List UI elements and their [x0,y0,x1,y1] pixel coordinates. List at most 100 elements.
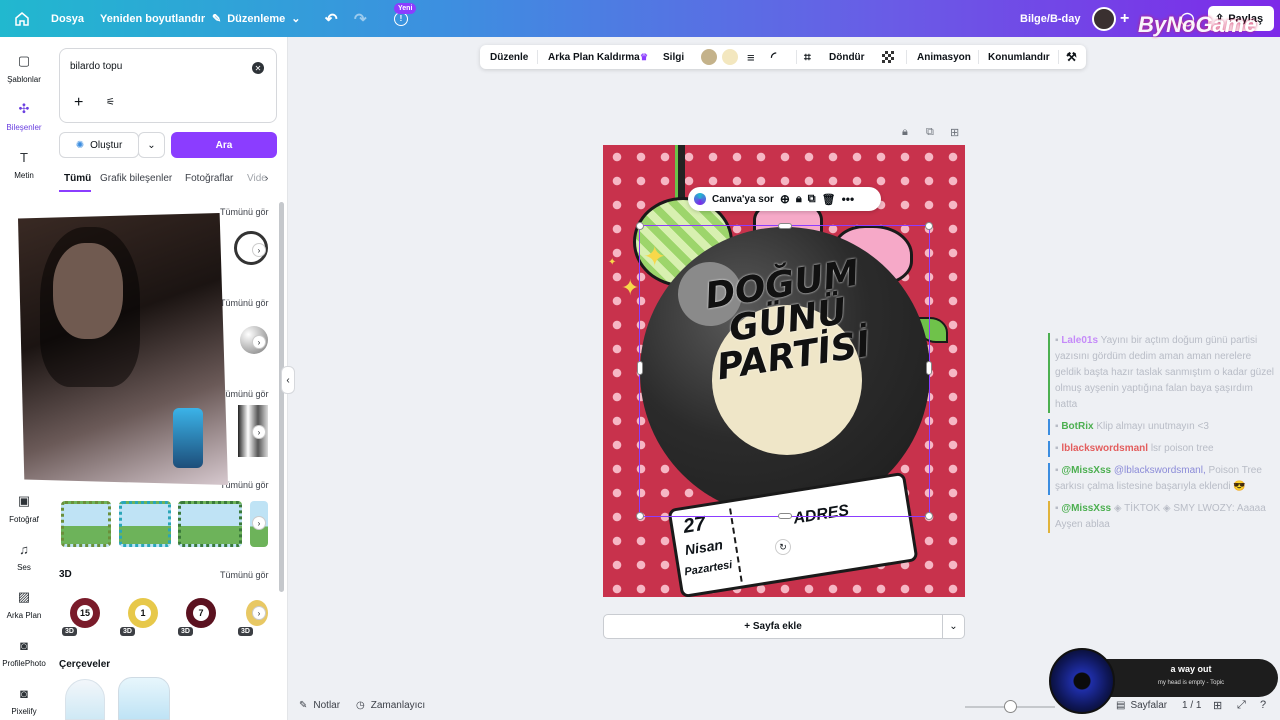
animate-button[interactable]: Animasyon [917,45,971,69]
ball-thumb[interactable]: 15 [70,598,100,628]
help-icon[interactable]: ? [1260,699,1266,711]
color-swatch-2[interactable] [722,49,738,65]
fullscreen-icon[interactable]: ⤢ [1237,699,1246,712]
chat-user: @MissXss [1061,465,1112,476]
ask-canva-button[interactable]: Canva'ya sor [712,194,774,205]
pages-button[interactable]: ▤ Sayfalar [1116,700,1167,711]
edit-menu[interactable]: ✎ Düzenleme ⌄ [212,0,301,37]
paint-format-icon[interactable]: ⚒ [1066,45,1077,69]
clear-search-icon[interactable]: ✕ [252,62,264,74]
rail-item-elements[interactable]: ✣ Bileşenler [0,99,48,132]
resize-handle[interactable] [778,223,792,229]
redo-icon[interactable]: ↷ [354,0,367,37]
plus-icon[interactable]: + [1120,0,1129,37]
erase-button[interactable]: Silgi [663,45,684,69]
grid-view-icon[interactable]: ⊞ [1213,699,1222,712]
collapse-panel-button[interactable]: ‹ [281,366,295,394]
project-name[interactable]: Bilge/B-day [1020,0,1081,37]
resize-handle[interactable] [636,512,644,520]
position-button[interactable]: Konumlandır [988,45,1050,69]
resize-handle[interactable] [925,512,933,520]
ball-thumb[interactable]: 1 [128,598,158,628]
bg-remove-button[interactable]: Arka Plan Kaldırma [548,45,640,69]
see-all-link[interactable]: Tümünü gör [220,207,269,217]
chat-text: Klip almayı unutmayın <3 [1096,421,1209,432]
lock-page-icon[interactable]: 🔒︎ [902,126,908,139]
music-subtitle: my head is empty - Topic [1157,680,1225,686]
rotate-button[interactable]: Döndür [829,45,865,69]
rotate-handle-icon[interactable]: ↻ [775,539,791,555]
see-all-link[interactable]: Tümünü gör [220,298,269,308]
ball-number: 1 [135,605,151,621]
lock-icon[interactable]: 🔒︎ [796,193,802,206]
add-icon[interactable]: + [74,94,83,112]
resize-handle[interactable] [637,361,643,375]
duplicate-icon[interactable]: ⧉ [808,193,816,206]
search-button[interactable]: Ara [171,132,277,158]
chevron-right-icon[interactable]: › [252,516,266,530]
result-thumb[interactable] [119,501,171,547]
resize-handle[interactable] [925,222,933,230]
ball-thumb[interactable]: 7 [186,598,216,628]
edit-image-button[interactable]: Düzenle [490,45,528,69]
rail-item-templates[interactable]: ▢ Şablonlar [0,51,48,84]
selection-box[interactable] [636,222,933,520]
more-icon[interactable]: ••• [842,192,855,206]
undo-icon[interactable]: ↶ [325,0,338,37]
design-canvas[interactable]: ✦ ✦ ✦ DOĞUM GÜNÜ PARTİSİ 27 Nisan Pazart… [603,145,965,597]
crop-icon[interactable]: ⌗ [804,45,811,69]
timer-label: Zamanlayıcı [370,700,426,711]
comment-add-icon[interactable]: ⊕ [780,192,790,206]
frame-thumb[interactable] [118,677,170,720]
add-page-dropdown[interactable]: ⌄ [942,614,965,639]
resize-handle[interactable] [778,513,792,519]
home-icon[interactable] [14,0,30,37]
search-input[interactable]: bilardo topu [70,61,122,72]
resize-button[interactable]: Yeniden boyutlandır [100,0,205,37]
result-thumb[interactable] [178,501,242,547]
resize-handle[interactable] [636,222,644,230]
chevron-right-icon[interactable]: › [252,335,266,349]
selection-toolbar: Canva'ya sor ⊕ 🔒︎ ⧉ 🗑︎ ••• [688,187,881,211]
filter-icon[interactable]: ⚟ [106,97,115,108]
trash-icon[interactable]: 🗑︎ [822,193,836,206]
chat-message: ▪ @MissXss ◈ TİKTOK ◈ SMY LWOZY: Aaaaa A… [1048,501,1274,533]
rail-item-photos[interactable]: ▣ Fotoğraf [0,491,48,524]
panel-scrollbar[interactable] [279,202,284,592]
create-dropdown-button[interactable]: ⌄ [138,132,165,158]
resize-handle[interactable] [926,361,932,375]
file-menu[interactable]: Dosya [51,0,84,37]
frame-thumb[interactable] [65,679,105,720]
rail-item-profilephoto[interactable]: ◙ ProfilePhoto [0,635,48,669]
create-button[interactable]: ✺ Oluştur [59,132,139,158]
see-all-link[interactable]: Tümünü gör [220,570,269,580]
tab-photos[interactable]: Fotoğraflar [185,173,233,184]
rail-item-background[interactable]: ▨ Arka Plan [0,587,48,620]
chevron-right-icon[interactable]: › [252,606,266,620]
timer-button[interactable]: ◷ Zamanlayıcı [356,700,425,711]
timer-icon: ◷ [356,700,365,711]
add-page-icon[interactable]: ⊞ [950,126,959,139]
result-thumb[interactable] [61,501,111,547]
rail-item-text[interactable]: T Metin [0,147,48,181]
add-page-button[interactable]: + Sayfa ekle [603,614,943,639]
duplicate-page-icon[interactable]: ⧉ [926,126,934,139]
rail-item-audio[interactable]: ♫ Ses [0,539,48,573]
zoom-slider-thumb[interactable] [1004,700,1017,713]
chevron-right-icon[interactable]: › [252,243,266,257]
transparency-icon[interactable] [882,51,894,63]
tab-all[interactable]: Tümü [64,173,91,184]
chat-user: @MissXss [1061,503,1112,514]
rail-item-pixelify[interactable]: ◙ Pixelify [0,683,48,717]
corner-rounding-icon[interactable]: ◜ [771,45,776,69]
sparkle-icon: ✦ [608,257,617,268]
color-swatch-1[interactable] [701,49,717,65]
chevron-right-icon[interactable]: › [252,425,266,439]
chevron-right-icon[interactable]: › [265,173,268,184]
notes-button[interactable]: ✎ Notlar [299,700,340,711]
see-all-link[interactable]: Tümünü gör [220,389,269,399]
border-style-icon[interactable]: ≡ [747,45,755,69]
tab-videos[interactable]: Video [247,173,267,184]
avatar[interactable] [1092,7,1116,31]
tab-graphics[interactable]: Grafik bileşenler [100,173,172,184]
